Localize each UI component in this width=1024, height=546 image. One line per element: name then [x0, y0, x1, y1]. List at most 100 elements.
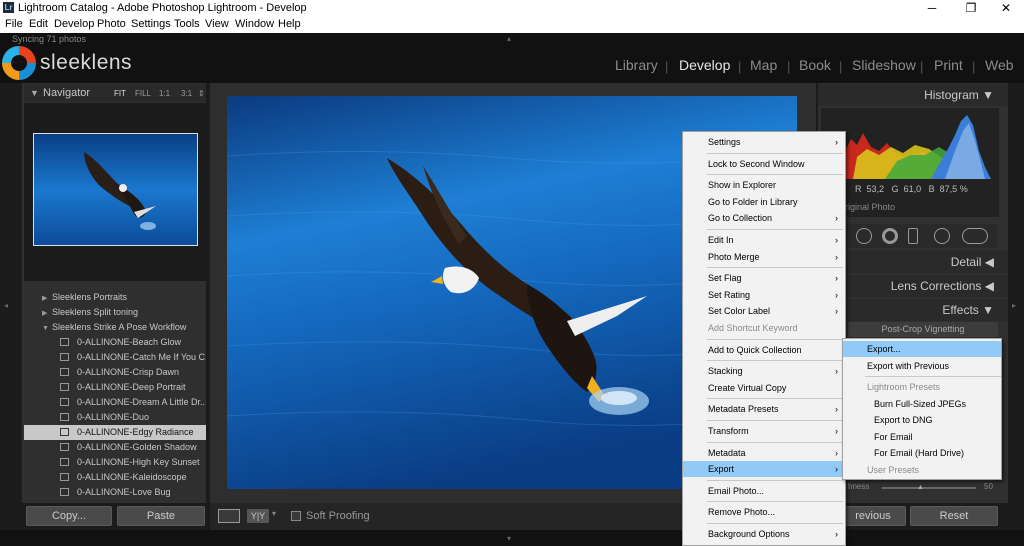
menu-develop[interactable]: Develop	[54, 18, 94, 30]
copy-settings-button[interactable]: Copy...	[26, 506, 112, 526]
right-panel-toggle[interactable]	[1008, 83, 1024, 503]
preset-item[interactable]: 0-ALLINONE-Golden Shadow	[24, 440, 206, 455]
context-menu-item[interactable]: Lock to Second Window	[683, 156, 845, 172]
menu-window[interactable]: Window	[235, 18, 274, 30]
context-menu-item[interactable]: Background Options ›	[683, 526, 845, 542]
export-submenu-item[interactable]: Burn Full-Sized JPEGs	[843, 396, 1001, 412]
zoom-stepper-icon[interactable]: ⇕	[198, 89, 205, 98]
menu-separator	[707, 523, 843, 524]
preset-item[interactable]: 0-ALLINONE-Love Bug	[24, 485, 206, 500]
reset-button[interactable]: Reset	[910, 506, 998, 526]
preset-item[interactable]: 0-ALLINONE-Crisp Dawn	[24, 365, 206, 380]
context-menu-item[interactable]: Edit In ›	[683, 232, 845, 248]
zoom-3-1[interactable]: 3:1	[181, 89, 192, 98]
preset-item[interactable]: 0-ALLINONE-Duo	[24, 410, 206, 425]
context-menu-item[interactable]: Show in Explorer	[683, 177, 845, 193]
menu-view[interactable]: View	[205, 18, 229, 30]
expand-arrow-icon[interactable]: ▾	[507, 534, 511, 543]
navigator-thumbnail[interactable]	[33, 133, 198, 246]
menu-file[interactable]: File	[5, 18, 23, 30]
maximize-icon[interactable]: ❐	[955, 0, 987, 16]
module-slideshow[interactable]: Slideshow	[852, 57, 916, 73]
slider-thumb-icon[interactable]: ▲	[917, 484, 924, 491]
lens-corrections-header[interactable]: Lens Corrections ◀	[818, 275, 1008, 297]
spot-removal-icon[interactable]	[882, 228, 898, 244]
preset-folder[interactable]: ▶ Sleeklens Portraits	[24, 290, 206, 305]
preset-item-selected[interactable]: 0-ALLINONE-Edgy Radiance	[24, 425, 206, 440]
menu-settings[interactable]: Settings	[131, 18, 171, 30]
context-menu-item[interactable]: Set Flag ›	[683, 270, 845, 286]
context-menu-item[interactable]: Email Photo...	[683, 483, 845, 499]
detail-header[interactable]: Detail ◀	[818, 251, 1008, 273]
soft-proofing-checkbox[interactable]	[291, 511, 301, 521]
title-bar: Lr Lightroom Catalog - Adobe Photoshop L…	[0, 0, 1024, 16]
rgb-readout: R 53,2 G 61,0 B 87,5 %	[855, 184, 968, 194]
loupe-view-icon[interactable]	[218, 509, 240, 523]
export-submenu-item[interactable]: For Email (Hard Drive)	[843, 445, 1001, 461]
menu-photo[interactable]: Photo	[97, 18, 126, 30]
adjustment-brush-icon[interactable]	[962, 228, 988, 244]
context-menu-item[interactable]: Export ›	[683, 461, 845, 478]
menu-help[interactable]: Help	[278, 18, 301, 30]
module-book[interactable]: Book	[799, 57, 831, 73]
context-menu-item[interactable]: Add to Quick Collection	[683, 342, 845, 358]
context-menu-item[interactable]: Transform ›	[683, 423, 845, 439]
zoom-1-1[interactable]: 1:1	[159, 89, 170, 98]
preset-item[interactable]: 0-ALLINONE-Beach Glow	[24, 335, 206, 350]
preset-item[interactable]: 0-ALLINONE-High Key Sunset	[24, 455, 206, 470]
zoom-fill[interactable]: FILL	[135, 89, 151, 98]
minimize-icon[interactable]: ─	[916, 0, 948, 16]
submenu-arrow-icon: ›	[835, 251, 838, 262]
preset-folder[interactable]: ▼ Sleeklens Strike A Pose Workflow	[24, 320, 206, 335]
context-menu-item[interactable]: Set Rating ›	[683, 287, 845, 303]
preset-item[interactable]: 0-ALLINONE-Deep Portrait	[24, 380, 206, 395]
export-submenu-item[interactable]: Export with Previous	[843, 358, 1001, 374]
radial-filter-icon[interactable]	[934, 228, 950, 244]
context-menu-item[interactable]: Create Virtual Copy	[683, 380, 845, 396]
context-menu-item[interactable]: Settings ›	[683, 134, 845, 150]
preset-folder[interactable]: ▶ Sleeklens Split toning	[24, 305, 206, 320]
preset-item[interactable]: 0-ALLINONE-Catch Me If You C...	[24, 350, 206, 365]
context-menu-item[interactable]: Set Color Label ›	[683, 303, 845, 319]
menu-edit[interactable]: Edit	[29, 18, 48, 30]
submenu-arrow-icon: ›	[835, 426, 838, 436]
left-arrow-icon[interactable]: ◂	[4, 301, 8, 310]
before-after-icon[interactable]: Y|Y	[247, 509, 269, 523]
export-submenu-item[interactable]: For Email	[843, 429, 1001, 445]
preset-item[interactable]: 0-ALLINONE-Dream A Little Dr...	[24, 395, 206, 410]
collapse-triangle-icon[interactable]: ▼	[30, 88, 39, 98]
module-develop[interactable]: Develop	[679, 57, 730, 73]
preset-item[interactable]: 0-ALLINONE-Kaleidoscope	[24, 470, 206, 485]
export-submenu-item[interactable]: Export to DNG	[843, 412, 1001, 428]
module-web[interactable]: Web	[985, 57, 1014, 73]
histogram-header[interactable]: Histogram ▼	[818, 84, 1008, 106]
export-submenu-item[interactable]: Export...	[843, 341, 1001, 357]
context-menu-item[interactable]: Go to Folder in Library	[683, 194, 845, 210]
filmstrip-toggle[interactable]	[0, 530, 1024, 546]
zoom-fit[interactable]: FIT	[114, 89, 126, 98]
menu-bar: File Edit Develop Photo Settings Tools V…	[0, 16, 1024, 33]
menu-separator	[707, 420, 843, 421]
right-arrow-icon[interactable]: ▸	[1012, 301, 1016, 310]
effects-header[interactable]: Effects ▼	[818, 299, 1008, 321]
graduated-filter-icon[interactable]	[908, 228, 918, 244]
chevron-down-icon[interactable]: ▾	[272, 509, 276, 518]
submenu-arrow-icon: ›	[835, 289, 838, 300]
context-menu-item[interactable]: Metadata Presets ›	[683, 401, 845, 417]
context-menu-item[interactable]: Metadata ›	[683, 445, 845, 461]
paste-settings-button[interactable]: Paste	[117, 506, 205, 526]
context-menu-item[interactable]: Stacking ›	[683, 363, 845, 379]
context-menu-item[interactable]: Remove Photo...	[683, 504, 845, 520]
crop-tool-icon[interactable]	[856, 228, 872, 244]
context-menu-item[interactable]: Photo Merge ›	[683, 249, 845, 265]
collapse-arrow-icon[interactable]: ▴	[507, 34, 511, 43]
roundness-slider[interactable]: hness ▲ 50	[848, 482, 998, 494]
close-icon[interactable]: ✕	[990, 0, 1022, 16]
context-menu-item[interactable]: Go to Collection ›	[683, 210, 845, 226]
module-map[interactable]: Map	[750, 57, 777, 73]
module-library[interactable]: Library	[615, 57, 658, 73]
menu-tools[interactable]: Tools	[174, 18, 200, 30]
left-panel-toggle[interactable]	[0, 83, 22, 503]
context-menu: Settings › Lock to Second Window Show in Ex…	[682, 131, 846, 546]
module-print[interactable]: Print	[934, 57, 963, 73]
